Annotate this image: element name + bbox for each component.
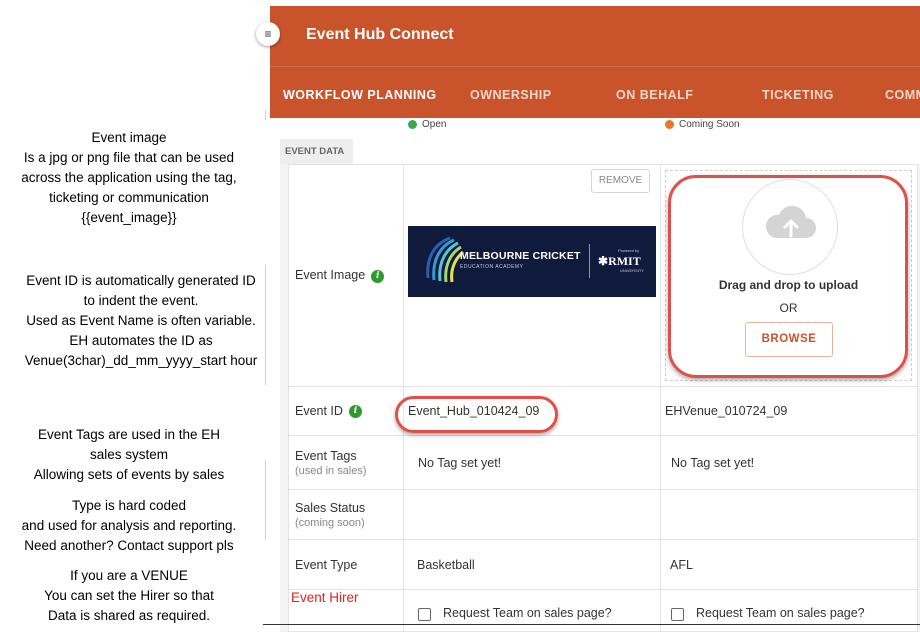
logo-swoosh-icon — [426, 236, 465, 283]
note-line: Event Tags are used in the EH — [37, 427, 221, 442]
request-team-label: Request Team on sales page? — [696, 606, 865, 621]
tab-communication[interactable]: COMM — [885, 88, 920, 102]
tab-ticketing[interactable]: TICKETING — [762, 88, 834, 102]
event-id-text: EHVenue_010724_09 — [665, 404, 788, 418]
status-open: Open — [408, 119, 446, 130]
info-icon[interactable]: i — [371, 269, 385, 283]
note-line: Is a jpg or png file that can be used — [23, 150, 235, 165]
event-id-label: Event ID — [295, 403, 343, 418]
note-line: Allowing sets of events by sales — [33, 467, 225, 482]
logo-divider — [589, 244, 590, 278]
note-event-id: Event ID is automatically generated ID t… — [0, 271, 282, 371]
row-event-type: Event Type Basketball AFL — [288, 539, 918, 590]
app-title: Event Hub Connect — [306, 26, 454, 43]
label-cell: Event Type — [288, 539, 404, 590]
event-type-label: Event Type — [295, 557, 358, 572]
request-team-cell: Request Team on sales page? — [403, 589, 661, 632]
no-tag-text: No Tag set yet! — [671, 455, 755, 470]
info-icon[interactable]: i — [348, 405, 362, 419]
event-type-value[interactable]: Basketball — [403, 539, 661, 590]
status-dot-icon — [665, 120, 674, 129]
label-cell: Sales Status (coming soon) — [288, 489, 404, 540]
row-event-tags: Event Tags (used in sales) No Tag set ye… — [288, 435, 918, 490]
note-line: sales system — [89, 447, 169, 462]
sales-status-value — [660, 489, 918, 540]
event-type-text: AFL — [670, 557, 693, 572]
menu-toggle-button[interactable]: ≡ — [256, 22, 280, 46]
event-hirer-label: Event Hirer — [291, 590, 359, 605]
event-id-value[interactable]: EHVenue_010724_09 — [660, 386, 918, 436]
divider — [265, 265, 266, 385]
status-label: Open — [422, 119, 447, 130]
label-cell: Event Tags (used in sales) — [288, 435, 404, 490]
status-label: Coming Soon — [679, 119, 740, 130]
note-line: Event image — [91, 130, 167, 145]
note-line: {{event_image}} — [81, 210, 177, 225]
note-event-image: Event image Is a jpg or png file that ca… — [0, 128, 258, 228]
row-request-team: Request Team on sales page? Request Team… — [288, 589, 918, 632]
note-line: Used as Event Name is often variable. — [26, 313, 256, 328]
note-event-tags: Event Tags are used in the EH sales syst… — [0, 425, 258, 485]
highlight-event-id — [395, 396, 558, 433]
note-line: You can set the Hirer so that — [44, 588, 214, 603]
event-tags-value[interactable]: No Tag set yet! — [403, 435, 661, 490]
note-event-hirer: If you are a VENUE You can set the Hirer… — [0, 566, 258, 626]
note-line: Need another? Contact support pls — [24, 538, 234, 553]
event-image-label: Event Image — [295, 268, 366, 283]
event-image-preview: MELBOURNE CRICKET EDUCATION ACADEMY Powe… — [408, 226, 656, 297]
event-type-text: Basketball — [417, 557, 475, 572]
label-cell: Event ID i — [288, 386, 404, 436]
note-line: Data is shared as required. — [47, 608, 211, 623]
row-sales-status: Sales Status (coming soon) — [288, 489, 918, 540]
note-line: ticketing or communication — [49, 190, 209, 205]
note-line: to indent the event. — [83, 293, 199, 308]
note-line: If you are a VENUE — [70, 568, 188, 583]
note-line: Event ID is automatically generated ID — [26, 273, 256, 288]
note-line: Type is hard coded — [71, 498, 187, 513]
event-tags-value[interactable]: No Tag set yet! — [660, 435, 918, 490]
sales-status-sublabel: (coming soon) — [295, 516, 365, 529]
request-team-checkbox[interactable] — [418, 607, 431, 621]
sales-status-value — [403, 489, 661, 540]
row-event-id: Event ID i Event_Hub_010424_09 EHVenue_01… — [288, 386, 918, 436]
request-team-cell: Request Team on sales page? — [660, 589, 918, 632]
no-tag-text: No Tag set yet! — [418, 455, 502, 470]
hamburger-icon: ≡ — [264, 27, 272, 41]
note-line: across the application using the tag, — [21, 170, 237, 185]
bottom-divider — [263, 624, 920, 625]
logo-powered-by: Powered by — [618, 248, 640, 253]
status-coming-soon: Coming Soon — [665, 119, 740, 130]
label-cell: Event Image i — [288, 164, 404, 387]
remove-image-button[interactable]: REMOVE — [591, 169, 650, 193]
tab-ownership[interactable]: OWNERSHIP — [470, 88, 552, 102]
highlight-dropzone — [668, 175, 908, 378]
logo-rmit: ✱RMIT — [598, 254, 641, 268]
app-header: Event Hub Connect — [270, 6, 920, 66]
note-line: EH automates the ID as — [69, 333, 213, 348]
logo-title: MELBOURNE CRICKET — [460, 250, 581, 262]
request-team-checkbox[interactable] — [671, 607, 684, 621]
note-line: and used for analysis and reporting. — [21, 518, 237, 533]
tab-bar: WORKFLOW PLANNING OWNERSHIP ON BEHALF TI… — [270, 66, 920, 118]
logo-university: UNIVERSITY — [620, 268, 645, 273]
event-tags-label: Event Tags — [295, 448, 357, 463]
tab-on-behalf[interactable]: ON BEHALF — [616, 88, 693, 102]
sales-status-label: Sales Status — [295, 500, 366, 515]
event-tags-sublabel: (used in sales) — [295, 464, 367, 477]
tab-workflow-planning[interactable]: WORKFLOW PLANNING — [283, 88, 437, 102]
request-team-label: Request Team on sales page? — [443, 606, 612, 621]
logo-subtitle: EDUCATION ACADEMY — [460, 264, 524, 270]
divider — [265, 110, 266, 120]
logo-rmit-text: RMIT — [608, 254, 641, 268]
divider — [265, 460, 266, 540]
section-tab-event-data[interactable]: EVENT DATA — [280, 139, 353, 164]
note-event-type: Type is hard coded and used for analysis… — [0, 496, 258, 556]
status-dot-icon — [408, 120, 417, 129]
event-type-value[interactable]: AFL — [660, 539, 918, 590]
note-line: Venue(3char)_dd_mm_yyyy_start hour — [24, 353, 258, 368]
